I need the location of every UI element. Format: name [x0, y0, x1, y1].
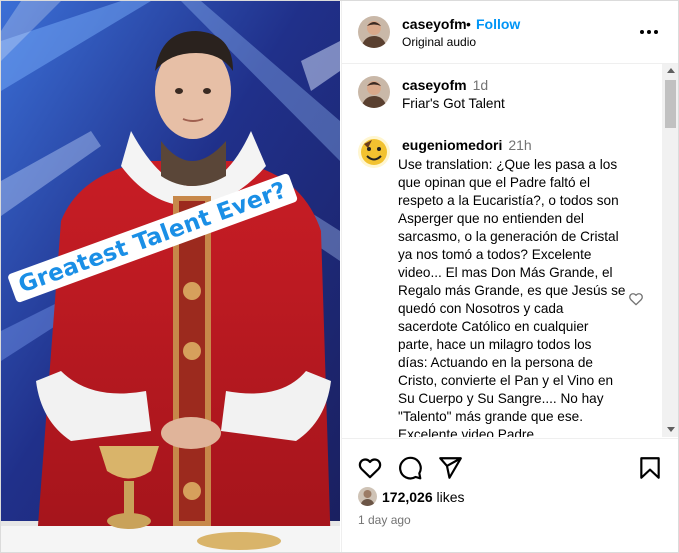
comment-line: días: Actuando en la persona de [398, 355, 593, 370]
comment-line: Su Cuerpo y Su Sangre.... No hay [398, 391, 604, 406]
scroll-down-arrow-icon[interactable] [667, 427, 675, 432]
post-video[interactable]: Greatest Talent Ever? [1, 1, 340, 552]
save-button[interactable] [637, 455, 663, 481]
likes-word: likes [436, 489, 465, 505]
caption-avatar[interactable] [358, 76, 390, 108]
comment-line: Regalo más Grande, es que Jesús se [398, 283, 626, 298]
comment-body: Use translation: ¿Que les pasa a los que… [398, 156, 628, 437]
comment-header: eugeniomedori 21h [402, 137, 532, 155]
more-horizontal-icon [640, 30, 658, 34]
comment-line: ya nos tomó a todos? Excelente [398, 247, 592, 262]
comment-avatar-image [358, 136, 390, 168]
comment-line: parte, hace un milagro todos los [398, 337, 592, 352]
comment-line: Cristo, convierte el Pan y el Vino en [398, 373, 614, 388]
post-actions: 172,026 likes 1 day ago [342, 438, 678, 552]
post-header: caseyofm • Follow Original audio [342, 1, 678, 64]
comment-line: Excelente video Padre. [398, 427, 538, 437]
caption-avatar-image [358, 76, 390, 108]
like-button[interactable] [357, 455, 383, 481]
likes-count-text[interactable]: 172,026 likes [382, 489, 465, 505]
comment-line: que opinan que el Padre faltó el [398, 175, 590, 190]
comment-line: sarcasmo, o la generación de Cristal [398, 229, 619, 244]
caption-text: Friar's Got Talent [402, 96, 505, 111]
bookmark-icon [640, 457, 660, 479]
post-date[interactable]: 1 day ago [358, 513, 411, 527]
comment-icon [399, 456, 422, 480]
liker-avatar-image [358, 487, 377, 506]
comment-line: respeto a la Eucaristía?, o todos son [398, 193, 619, 208]
heart-icon [358, 458, 382, 479]
liker-avatar[interactable] [358, 487, 377, 506]
comment-line: sacerdote Católico en cualquier [398, 319, 589, 334]
comments-scrollbar[interactable] [662, 64, 678, 437]
caption-username[interactable]: caseyofm [402, 77, 467, 93]
heart-icon [629, 293, 643, 306]
comment-username[interactable]: eugeniomedori [402, 137, 502, 153]
comment-line: "Talento" más grande que ese. [398, 409, 583, 424]
likes-count: 172,026 [382, 489, 433, 505]
comment-line: quedó con Nosotros y cada [398, 301, 564, 316]
comment-time[interactable]: 21h [508, 137, 531, 153]
caption-header: caseyofm 1d [402, 77, 488, 95]
audio-label[interactable]: Original audio [402, 35, 476, 49]
comment-avatar[interactable] [358, 136, 390, 168]
comment-line: video... El mas Don Más Grande, el [398, 265, 613, 280]
scroll-up-arrow-icon[interactable] [667, 68, 675, 73]
comment-line: Asperger que no entienden del [398, 211, 584, 226]
author-username[interactable]: caseyofm [402, 16, 467, 32]
more-options-button[interactable] [637, 22, 661, 42]
caption-time[interactable]: 1d [473, 77, 489, 93]
post-side-panel: caseyofm • Follow Original audio caseyof… [341, 1, 678, 552]
header-separator: • [466, 16, 471, 32]
author-avatar[interactable] [358, 16, 390, 48]
comment-like-button[interactable] [628, 291, 644, 307]
follow-button[interactable]: Follow [476, 16, 520, 32]
comment-button[interactable] [397, 455, 423, 481]
share-button[interactable] [437, 455, 463, 481]
comments-list[interactable]: caseyofm 1d Friar's Got Talent eugeniomed… [342, 64, 662, 437]
comment-line: Use translation: ¿Que les pasa a los [398, 157, 618, 172]
send-icon [439, 457, 462, 479]
scrollbar-thumb[interactable] [665, 80, 676, 128]
author-avatar-image [358, 16, 390, 48]
post-dialog: Greatest Talent Ever? caseyofm • Follow … [0, 0, 679, 553]
